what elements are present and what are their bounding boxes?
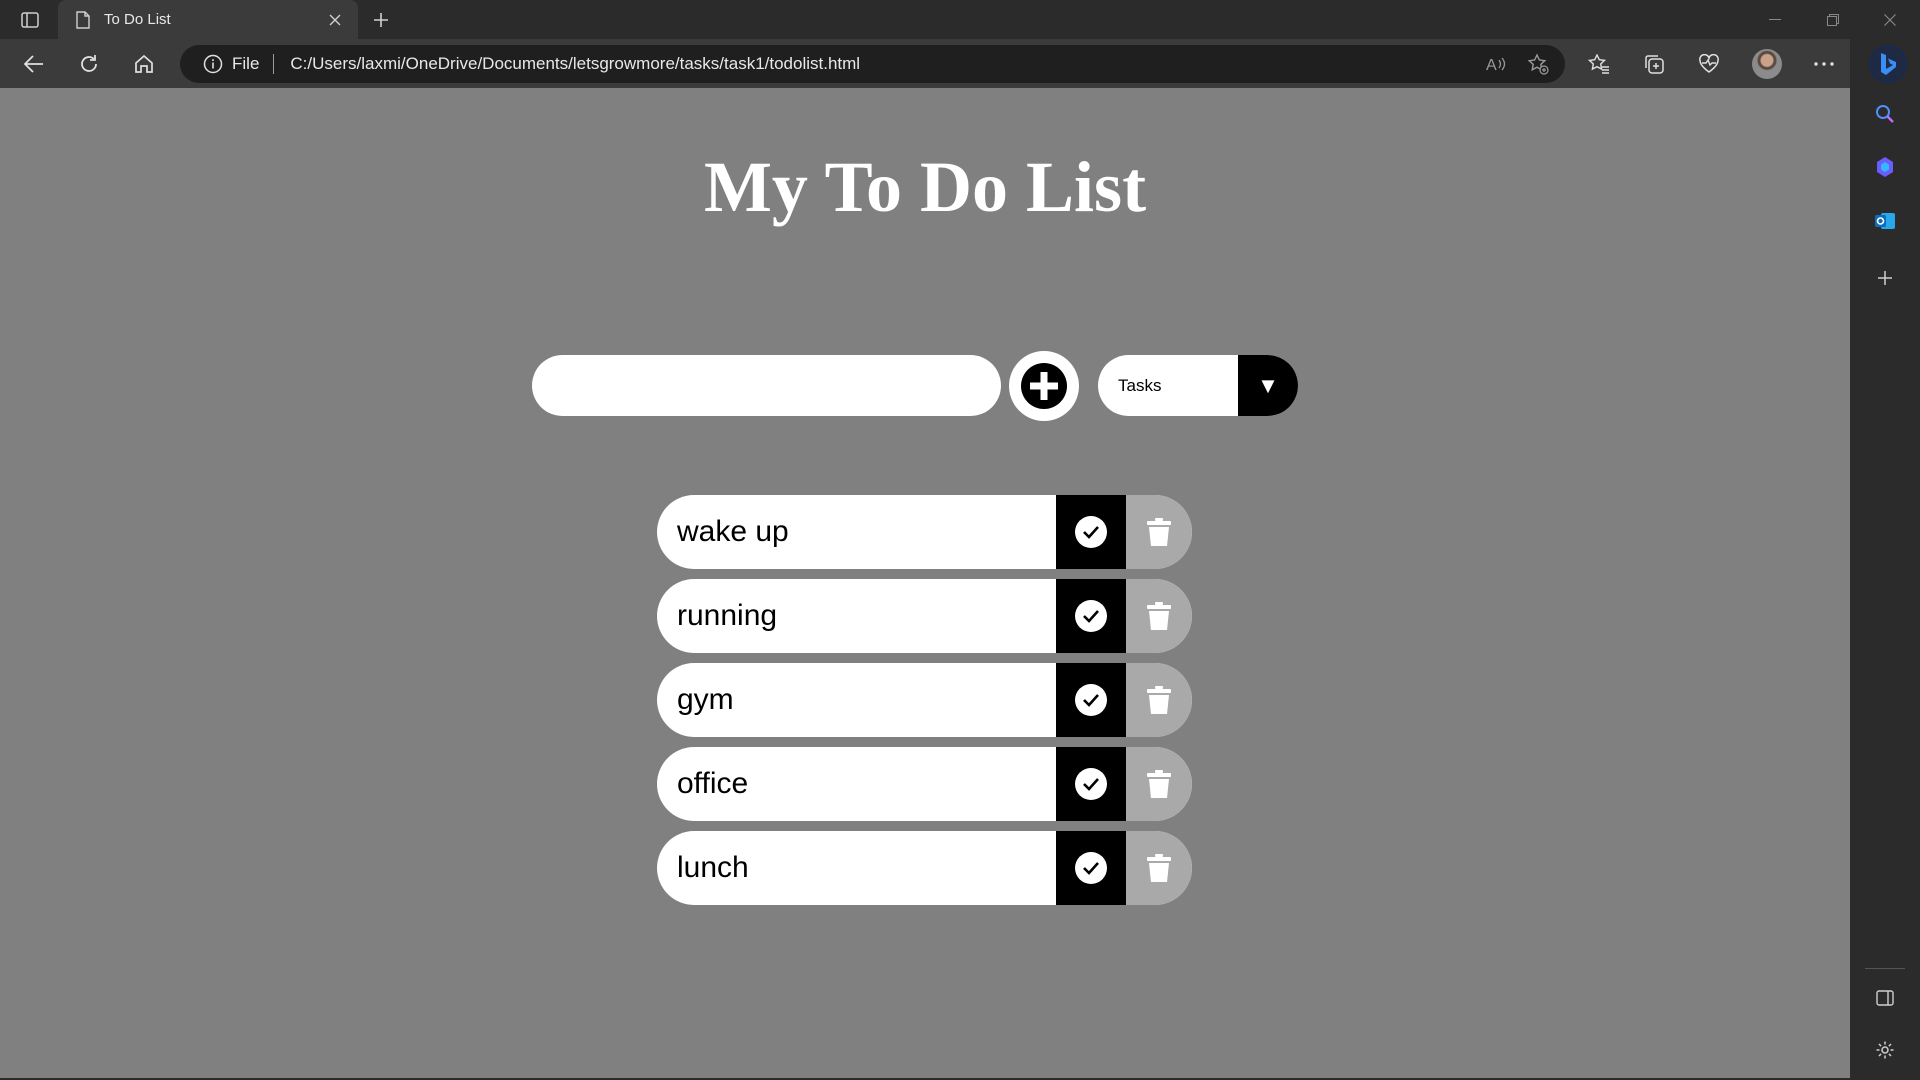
todo-text: gym — [677, 683, 734, 716]
trash-icon — [1147, 602, 1171, 630]
hide-sidebar-icon[interactable] — [1867, 980, 1903, 1016]
todo-text: lunch — [677, 851, 749, 884]
filter-select[interactable]: Tasks ▼ — [1098, 355, 1298, 416]
trash-icon — [1147, 854, 1171, 882]
address-scheme: File — [232, 54, 260, 73]
favorites-icon[interactable] — [1581, 47, 1617, 81]
filter-selected-value: Tasks — [1118, 375, 1162, 395]
todo-input[interactable] — [532, 355, 1001, 416]
tab-actions-icon[interactable] — [14, 8, 46, 32]
profile-avatar[interactable] — [1752, 49, 1782, 79]
bing-chat-icon[interactable] — [1868, 44, 1908, 84]
trash-icon — [1147, 518, 1171, 546]
address-bar[interactable]: File C:/Users/laxmi/OneDrive/Documents/l… — [180, 45, 1565, 83]
check-icon — [1075, 852, 1107, 884]
todo-item: gym — [657, 663, 1192, 737]
edge-sidebar — [1850, 39, 1920, 1080]
todo-list: wake up running gym office lunch — [657, 495, 1192, 915]
close-window-icon[interactable] — [1862, 0, 1918, 39]
copilot-icon[interactable] — [1867, 149, 1903, 185]
todo-item: office — [657, 747, 1192, 821]
delete-button[interactable] — [1126, 663, 1192, 737]
settings-gear-icon[interactable] — [1867, 1032, 1903, 1068]
delete-button[interactable] — [1126, 747, 1192, 821]
check-icon — [1075, 516, 1107, 548]
complete-button[interactable] — [1056, 579, 1126, 653]
sidebar-divider — [1865, 968, 1905, 969]
minimize-icon[interactable] — [1747, 0, 1803, 39]
tab-title: To Do List — [104, 11, 171, 28]
svg-text:A: A — [1486, 57, 1497, 74]
todo-item: running — [657, 579, 1192, 653]
restore-icon[interactable] — [1805, 0, 1861, 39]
page-title: My To Do List — [703, 147, 1147, 227]
plus-icon — [1021, 363, 1067, 409]
info-icon[interactable] — [202, 53, 224, 75]
dropdown-arrow-icon[interactable]: ▼ — [1238, 355, 1298, 416]
add-sidebar-app-icon[interactable] — [1867, 260, 1903, 296]
more-options-icon[interactable] — [1806, 47, 1842, 81]
todo-item: lunch — [657, 831, 1192, 905]
close-tab-icon[interactable] — [320, 5, 350, 35]
todo-text: wake up — [677, 515, 789, 548]
trash-icon — [1147, 770, 1171, 798]
trash-icon — [1147, 686, 1171, 714]
check-icon — [1075, 684, 1107, 716]
page-viewport: My To Do List Tasks ▼ wake up running gy… — [0, 88, 1850, 1078]
back-icon[interactable] — [16, 47, 52, 81]
check-icon — [1075, 600, 1107, 632]
home-icon[interactable] — [126, 47, 162, 81]
add-todo-button[interactable] — [1009, 351, 1079, 421]
outlook-icon[interactable] — [1867, 203, 1903, 239]
address-divider — [273, 54, 275, 74]
todo-text: running — [677, 599, 778, 632]
address-url[interactable]: C:/Users/laxmi/OneDrive/Documents/letsgr… — [290, 54, 1481, 74]
navigation-bar: File C:/Users/laxmi/OneDrive/Documents/l… — [0, 39, 1850, 88]
delete-button[interactable] — [1126, 495, 1192, 569]
page-icon — [72, 9, 94, 31]
check-icon — [1075, 768, 1107, 800]
new-tab-icon[interactable] — [366, 6, 396, 34]
todo-item: wake up — [657, 495, 1192, 569]
complete-button[interactable] — [1056, 495, 1126, 569]
complete-button[interactable] — [1056, 663, 1126, 737]
refresh-icon[interactable] — [71, 47, 107, 81]
browser-essentials-icon[interactable] — [1691, 47, 1727, 81]
add-favorite-icon[interactable] — [1523, 49, 1553, 79]
title-bar: To Do List — [0, 0, 1920, 39]
browser-tab[interactable]: To Do List — [58, 0, 358, 39]
collections-icon[interactable] — [1636, 47, 1672, 81]
complete-button[interactable] — [1056, 747, 1126, 821]
read-aloud-icon[interactable]: A — [1481, 49, 1511, 79]
complete-button[interactable] — [1056, 831, 1126, 905]
delete-button[interactable] — [1126, 579, 1192, 653]
search-icon[interactable] — [1867, 96, 1903, 132]
todo-text: office — [677, 767, 749, 800]
delete-button[interactable] — [1126, 831, 1192, 905]
